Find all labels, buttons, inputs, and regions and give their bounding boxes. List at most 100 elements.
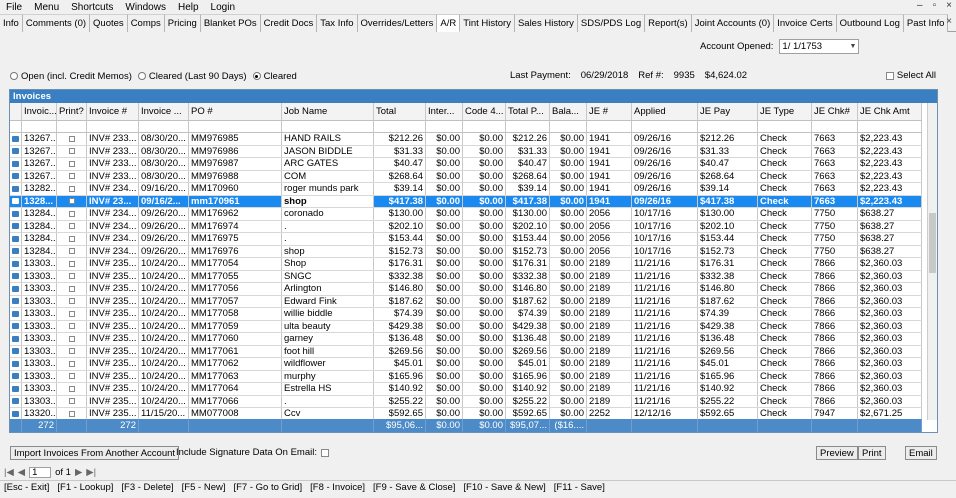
col-header-interest[interactable]: Inter... xyxy=(426,103,463,120)
tab-comps[interactable]: Comps xyxy=(127,14,165,32)
tab-comments-0-[interactable]: Comments (0) xyxy=(22,14,91,32)
tab-overrides-letters[interactable]: Overrides/Letters xyxy=(357,14,438,32)
print-checkbox[interactable] xyxy=(68,135,75,142)
cell-print[interactable] xyxy=(57,183,87,195)
col-header-je-pay[interactable]: JE Pay xyxy=(698,103,758,120)
hotkey-5[interactable]: [F8 - Invoice] xyxy=(306,482,369,493)
minimize-icon[interactable]: – xyxy=(917,0,923,11)
filter-cell-je-check-amount[interactable] xyxy=(858,121,922,132)
tab-blanket-pos[interactable]: Blanket POs xyxy=(200,14,261,32)
filter-cell-print[interactable] xyxy=(57,121,87,132)
menu-windows[interactable]: Windows xyxy=(119,2,172,13)
print-checkbox[interactable] xyxy=(68,185,75,192)
print-checkbox[interactable] xyxy=(68,410,75,417)
cell-print[interactable] xyxy=(57,345,87,357)
cell-print[interactable] xyxy=(57,358,87,370)
table-row[interactable]: 13303... INV# 235... 10/24/20... MM177066. $… xyxy=(10,395,922,408)
filter-cell-po-number[interactable] xyxy=(189,121,282,132)
filter-cell-invoice-number[interactable] xyxy=(87,121,139,132)
tab-sales-history[interactable]: Sales History xyxy=(514,14,578,32)
prev-page-icon[interactable]: ◀ xyxy=(18,467,25,478)
import-invoices-button[interactable]: Import Invoices From Another Account xyxy=(10,446,180,460)
cell-print[interactable] xyxy=(57,133,87,145)
table-row[interactable]: 13267... INV# 233... 08/30/20... MM976985 HA… xyxy=(10,133,922,146)
table-row[interactable]: 13303... INV# 235... 10/24/20... MM177054 Sh… xyxy=(10,258,922,271)
tab-tint-history[interactable]: Tint History xyxy=(460,14,515,32)
col-header-invoice-number[interactable]: Invoice # xyxy=(87,103,139,120)
col-header-code4[interactable]: Code 4... xyxy=(463,103,506,120)
col-header-je-check-amount[interactable]: JE Chk Amt xyxy=(858,103,922,120)
tab-outbound-log[interactable]: Outbound Log xyxy=(836,14,904,32)
print-checkbox[interactable] xyxy=(68,273,75,280)
table-row[interactable]: 13267... INV# 233... 08/30/20... MM976988 CO… xyxy=(10,170,922,183)
radio-cleared-90[interactable]: Cleared (Last 90 Days) xyxy=(137,71,247,82)
hotkey-4[interactable]: [F7 - Go to Grid] xyxy=(229,482,306,493)
col-header-applied[interactable]: Applied xyxy=(632,103,698,120)
table-row[interactable]: 13303... INV# 235... 10/24/20... MM177059 ul… xyxy=(10,320,922,333)
print-checkbox[interactable] xyxy=(68,173,75,180)
hotkey-8[interactable]: [F11 - Save] xyxy=(550,482,609,493)
col-header-print[interactable]: Print? xyxy=(57,103,87,120)
table-row[interactable]: 13303... INV# 235... 10/24/20... MM177061 fo… xyxy=(10,345,922,358)
tab-a-r[interactable]: A/R xyxy=(437,14,461,32)
cell-print[interactable] xyxy=(57,370,87,382)
print-checkbox[interactable] xyxy=(68,235,75,242)
col-header-je-check-number[interactable]: JE Chk# xyxy=(812,103,858,120)
hotkey-0[interactable]: [Esc - Exit] xyxy=(0,482,53,493)
tab-report-s-[interactable]: Report(s) xyxy=(645,14,692,32)
filter-cell-total-paid[interactable] xyxy=(506,121,550,132)
filter-cell-je-check-number[interactable] xyxy=(812,121,858,132)
col-header-total[interactable]: Total xyxy=(374,103,426,120)
cell-print[interactable] xyxy=(57,258,87,270)
table-row[interactable]: 13267... INV# 233... 08/30/20... MM976986 JA… xyxy=(10,145,922,158)
print-checkbox[interactable] xyxy=(68,210,75,217)
radio-open[interactable]: Open (incl. Credit Memos) xyxy=(10,71,132,82)
email-button[interactable]: Email xyxy=(905,446,937,460)
cell-print[interactable] xyxy=(57,333,87,345)
print-checkbox[interactable] xyxy=(68,285,75,292)
table-row[interactable]: 13303... INV# 235... 10/24/20... MM177062 wi… xyxy=(10,358,922,371)
cell-print[interactable] xyxy=(57,145,87,157)
table-row[interactable]: 13284... INV# 234... 09/26/20... MM176976 sh… xyxy=(10,245,922,258)
print-checkbox[interactable] xyxy=(68,260,75,267)
table-row[interactable]: 13303... INV# 235... 10/24/20... MM177057 Ed… xyxy=(10,295,922,308)
cell-print[interactable] xyxy=(57,195,87,207)
filter-cell-code4[interactable] xyxy=(463,121,506,132)
tab-sds-pds-log[interactable]: SDS/PDS Log xyxy=(577,14,646,32)
print-checkbox[interactable] xyxy=(68,160,75,167)
cell-print[interactable] xyxy=(57,220,87,232)
col-header-invoice-date[interactable]: Invoice ... xyxy=(139,103,189,120)
hotkey-2[interactable]: [F3 - Delete] xyxy=(117,482,177,493)
col-header-job-name[interactable]: Job Name xyxy=(282,103,374,120)
table-row[interactable]: 13282... INV# 234... 09/16/20... MM170960 ro… xyxy=(10,183,922,196)
next-page-icon[interactable]: ▶ xyxy=(75,467,82,478)
print-checkbox[interactable] xyxy=(68,148,75,155)
filter-cell-je-type[interactable] xyxy=(758,121,812,132)
filter-cell-je-pay[interactable] xyxy=(698,121,758,132)
close-icon[interactable]: × xyxy=(946,0,952,11)
print-checkbox[interactable] xyxy=(68,323,75,330)
select-all-checkbox[interactable]: Select All xyxy=(885,70,936,81)
print-checkbox[interactable] xyxy=(68,335,75,342)
last-page-icon[interactable]: ▶| xyxy=(86,467,96,478)
cell-print[interactable] xyxy=(57,158,87,170)
table-row[interactable]: 13303... INV# 235... 10/24/20... MM177056 Ar… xyxy=(10,283,922,296)
col-header-je-number[interactable]: JE # xyxy=(587,103,632,120)
print-checkbox[interactable] xyxy=(68,348,75,355)
filter-cell-balance[interactable] xyxy=(550,121,587,132)
restore-icon[interactable]: ▫ xyxy=(933,0,937,11)
table-row[interactable]: 13303... INV# 235... 10/24/20... MM177063 mu… xyxy=(10,370,922,383)
col-header-po-number[interactable]: PO # xyxy=(189,103,282,120)
hotkey-3[interactable]: [F5 - New] xyxy=(178,482,230,493)
print-checkbox[interactable] xyxy=(68,385,75,392)
hotkey-1[interactable]: [F1 - Lookup] xyxy=(53,482,117,493)
table-row[interactable]: 1328... INV# 23... 09/16/2... mm170961 shop $… xyxy=(10,195,922,208)
filter-cell-applied[interactable] xyxy=(632,121,698,132)
menu-menu[interactable]: Menu xyxy=(28,2,65,13)
tab-invoice-certs[interactable]: Invoice Certs xyxy=(774,14,837,32)
hotkey-7[interactable]: [F10 - Save & New] xyxy=(459,482,549,493)
tab-quotes[interactable]: Quotes xyxy=(90,14,128,32)
first-page-icon[interactable]: |◀ xyxy=(4,467,14,478)
cell-print[interactable] xyxy=(57,395,87,407)
account-opened-select[interactable]: 1/ 1/1753 ▼ xyxy=(779,39,860,54)
